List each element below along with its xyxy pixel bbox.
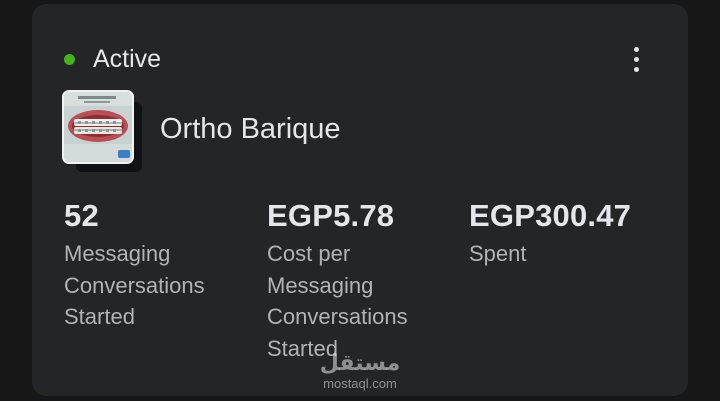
svg-text:مستقل: مستقل [320,351,400,376]
status-label: Active [93,44,162,73]
campaign-card[interactable]: Active Ortho Barique 52 Messaging Conver… [32,4,688,396]
metric-spent: EGP300.47 Spent [469,196,634,270]
status-dot-icon [64,53,75,65]
more-vertical-icon-dot-2 [633,56,639,62]
mostaql-logo-icon: مستقل mostaql.com [320,351,400,391]
status-indicator: Active [64,42,161,76]
metric-label: Cost per Messaging Conversations Started [267,241,408,361]
metric-conversations: 52 Messaging Conversations Started [64,196,229,333]
more-vertical-icon [633,46,639,52]
metric-cost-per-conversation: EGP5.78 Cost per Messaging Conversations… [267,196,432,364]
watermark-logo: مستقل mostaql.com [310,348,410,392]
metric-value: EGP300.47 [469,198,632,233]
metric-value: EGP5.78 [267,198,395,233]
campaign-header[interactable]: Ortho Barique [62,90,341,174]
svg-text:mostaql.com: mostaql.com [323,376,397,391]
metric-label: Spent [469,241,527,266]
metric-label: Messaging Conversations Started [64,241,205,329]
more-options-button[interactable] [624,42,648,76]
campaign-name[interactable]: Ortho Barique [160,113,341,146]
campaign-thumbnail[interactable] [62,90,144,174]
more-vertical-icon-dot-3 [633,66,639,72]
metric-value: 52 [64,198,99,233]
campaign-thumbnail-image [62,90,134,164]
